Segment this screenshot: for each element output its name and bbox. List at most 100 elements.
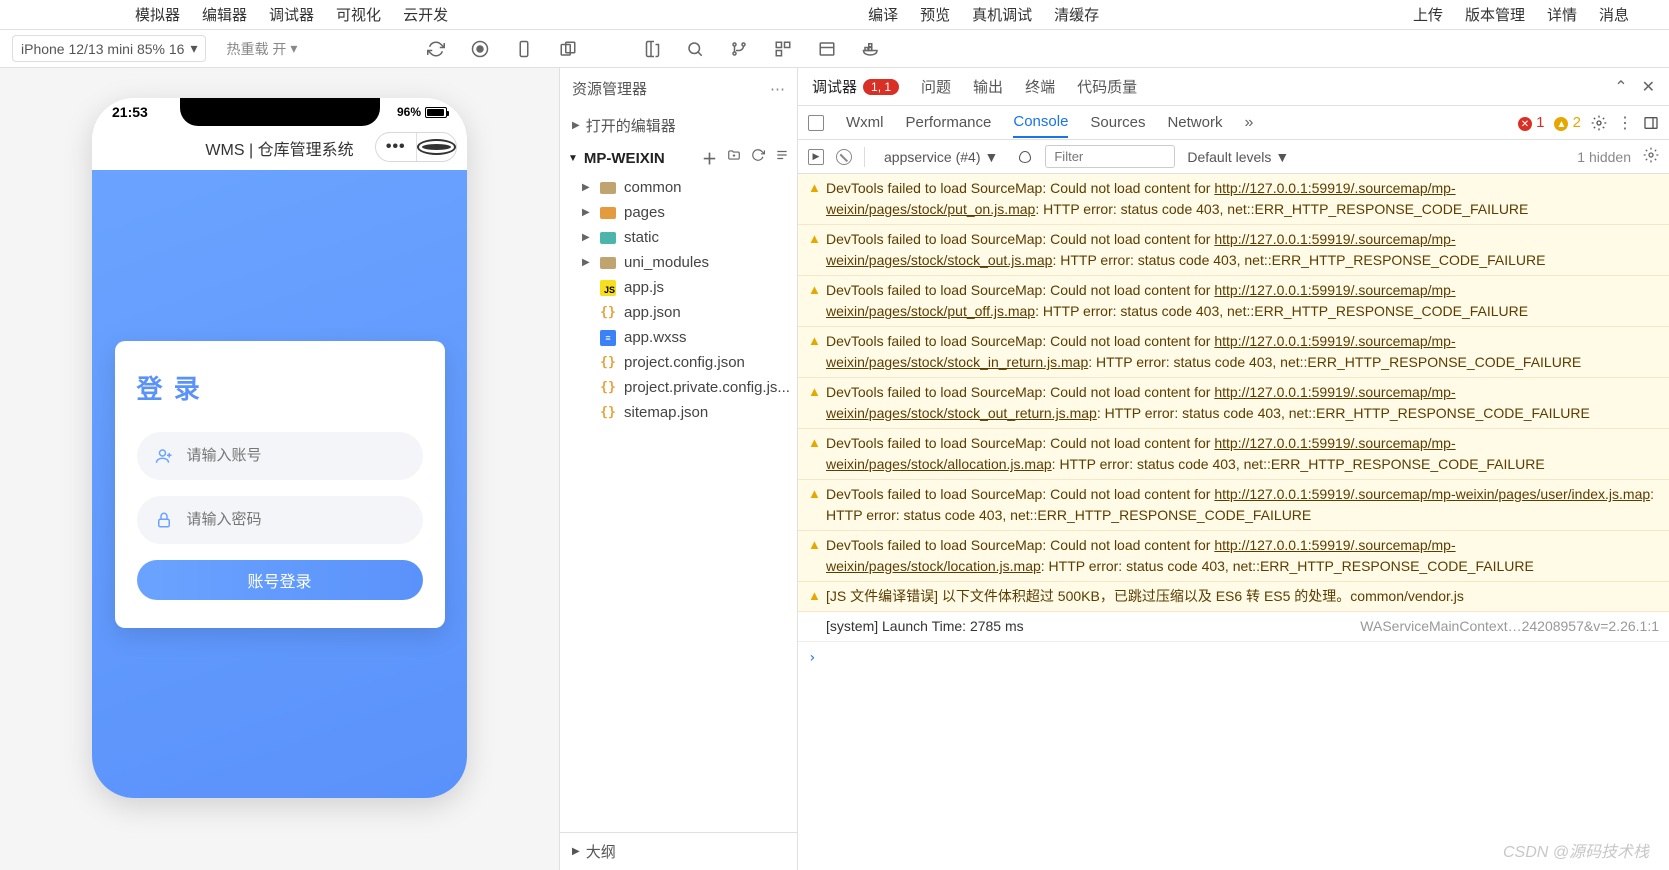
menu-right-0[interactable]: 上传 (1413, 4, 1443, 25)
capsule-menu-icon[interactable]: ••• (376, 133, 416, 161)
device-selector[interactable]: iPhone 12/13 mini 85% 16 ▾ (12, 35, 206, 62)
sourcemap-link[interactable]: http://127.0.0.1:59919/.sourcemap/mp-wei… (826, 333, 1456, 370)
menu-center-3[interactable]: 清缓存 (1054, 4, 1099, 25)
tab-problems[interactable]: 问题 (921, 76, 951, 97)
menu-left-1[interactable]: 编辑器 (202, 4, 247, 25)
record-icon[interactable] (471, 40, 489, 58)
file-common[interactable]: ▶common (578, 175, 797, 200)
element-picker-icon[interactable] (808, 115, 824, 131)
hidden-count[interactable]: 1 hidden (1577, 149, 1631, 165)
file-project.private.config.js...[interactable]: ▶{}project.private.config.js... (578, 375, 797, 400)
password-field[interactable] (137, 496, 423, 544)
tab-output[interactable]: 输出 (973, 76, 1003, 97)
clear-console-icon[interactable] (836, 149, 852, 165)
simulator-pane: 21:53 96% WMS | 仓库管理系统 ••• (0, 68, 560, 870)
subtab-wxml[interactable]: Wxml (846, 108, 884, 137)
new-folder-icon[interactable] (727, 148, 741, 162)
chevron-up-icon[interactable]: ⌃ (1614, 77, 1627, 97)
sourcemap-link[interactable]: http://127.0.0.1:59919/.sourcemap/mp-wei… (826, 435, 1456, 472)
sourcemap-link[interactable]: http://127.0.0.1:59919/.sourcemap/mp-wei… (826, 231, 1456, 268)
sidebar-toggle-icon[interactable]: ▶ (808, 149, 824, 165)
menu-center-0[interactable]: 编译 (868, 4, 898, 25)
files-icon[interactable] (642, 40, 660, 58)
folder-icon (600, 207, 616, 219)
warning-icon: ▲ (808, 484, 826, 526)
layout-icon[interactable] (818, 40, 836, 58)
warning-icon: ▲ (808, 280, 826, 322)
subtab-sources[interactable]: Sources (1090, 108, 1145, 137)
password-input[interactable] (187, 511, 405, 528)
menu-center-1[interactable]: 预览 (920, 4, 950, 25)
log-levels-selector[interactable]: Default levels ▼ (1187, 149, 1289, 165)
file-pages[interactable]: ▶pages (578, 200, 797, 225)
sourcemap-link[interactable]: http://127.0.0.1:59919/.sourcemap/mp-wei… (1214, 486, 1650, 502)
outline-section[interactable]: ▶ 大纲 (560, 833, 797, 870)
subtab-console[interactable]: Console (1013, 107, 1068, 138)
file-sitemap.json[interactable]: ▶{}sitemap.json (578, 400, 797, 425)
context-selector[interactable]: appservice (#4) ▼ (877, 146, 1005, 168)
file-app.js[interactable]: ▶JSapp.js (578, 275, 797, 300)
capsule-close-icon[interactable] (417, 133, 457, 161)
menu-right-3[interactable]: 消息 (1599, 4, 1629, 25)
file-app.json[interactable]: ▶{}app.json (578, 300, 797, 325)
open-editors-section[interactable]: ▶ 打开的编辑器 (560, 109, 797, 142)
file-label: uni_modules (624, 254, 709, 271)
docker-icon[interactable] (862, 40, 880, 58)
more-icon[interactable]: ⋯ (770, 80, 785, 98)
error-count[interactable]: ✕ 1 (1518, 114, 1545, 132)
account-field[interactable] (137, 432, 423, 480)
console-warning-row: ▲DevTools failed to load SourceMap: Coul… (798, 378, 1669, 429)
tab-debugger[interactable]: 调试器 1, 1 (812, 76, 899, 97)
console-prompt[interactable]: › (798, 642, 1669, 675)
dock-icon[interactable] (1643, 115, 1659, 131)
search-icon[interactable] (686, 40, 704, 58)
kebab-icon[interactable]: ⋮ (1617, 113, 1633, 133)
gear-icon[interactable] (1591, 115, 1607, 131)
tab-badge: 1, 1 (863, 79, 899, 95)
account-input[interactable] (187, 447, 405, 464)
warning-count[interactable]: ▲ 2 (1554, 114, 1581, 132)
menu-right-2[interactable]: 详情 (1547, 4, 1577, 25)
filter-input[interactable] (1045, 145, 1175, 168)
file-uni_modules[interactable]: ▶uni_modules (578, 250, 797, 275)
menu-left-3[interactable]: 可视化 (336, 4, 381, 25)
extensions-icon[interactable] (774, 40, 792, 58)
refresh-icon[interactable] (427, 40, 445, 58)
sourcemap-link[interactable]: http://127.0.0.1:59919/.sourcemap/mp-wei… (826, 537, 1456, 574)
login-button[interactable]: 账号登录 (137, 560, 423, 600)
log-source-link[interactable]: WAServiceMainContext…24208957&v=2.26.1:1 (1360, 616, 1659, 637)
sourcemap-link[interactable]: http://127.0.0.1:59919/.sourcemap/mp-wei… (826, 180, 1456, 217)
subtab-performance[interactable]: Performance (906, 108, 992, 137)
refresh-icon[interactable] (751, 148, 765, 162)
menu-center-2[interactable]: 真机调试 (972, 4, 1032, 25)
collapse-icon[interactable] (775, 148, 789, 162)
main-menubar: 模拟器 编辑器 调试器 可视化 云开发 编译 预览 真机调试 清缓存 上传 版本管理 详情 消息 (0, 0, 1669, 30)
menu-right-1[interactable]: 版本管理 (1465, 4, 1525, 25)
file-static[interactable]: ▶static (578, 225, 797, 250)
phone-icon[interactable] (515, 40, 533, 58)
tab-terminal[interactable]: 终端 (1025, 76, 1055, 97)
sourcemap-link[interactable]: http://127.0.0.1:59919/.sourcemap/mp-wei… (826, 282, 1456, 319)
console-warning-row: ▲DevTools failed to load SourceMap: Coul… (798, 531, 1669, 582)
project-header[interactable]: ▼ MP-WEIXIN ＋ (560, 142, 797, 175)
tab-codequality[interactable]: 代码质量 (1077, 76, 1137, 97)
menu-left-4[interactable]: 云开发 (403, 4, 448, 25)
gear-icon[interactable] (1643, 147, 1659, 166)
more-tabs-icon[interactable]: » (1244, 114, 1253, 132)
devtools-pane: 调试器 1, 1 问题 输出 终端 代码质量 ⌃ ✕ Wxml Performa… (798, 68, 1669, 870)
warning-icon: ▲ (808, 331, 826, 373)
menu-left-0[interactable]: 模拟器 (135, 4, 180, 25)
popout-icon[interactable] (559, 40, 577, 58)
menu-left-2[interactable]: 调试器 (269, 4, 314, 25)
subtab-network[interactable]: Network (1167, 108, 1222, 137)
sourcemap-link[interactable]: http://127.0.0.1:59919/.sourcemap/mp-wei… (826, 384, 1456, 421)
log-message: DevTools failed to load SourceMap: Could… (826, 280, 1659, 322)
file-app.wxss[interactable]: ▶≡app.wxss (578, 325, 797, 350)
branch-icon[interactable] (730, 40, 748, 58)
new-file-icon[interactable]: ＋ (702, 148, 717, 169)
hot-reload-toggle[interactable]: 热重载 开 ▾ (226, 39, 297, 59)
live-expression-icon[interactable] (1017, 149, 1033, 165)
console-output[interactable]: ▲DevTools failed to load SourceMap: Coul… (798, 174, 1669, 870)
file-project.config.json[interactable]: ▶{}project.config.json (578, 350, 797, 375)
close-icon[interactable]: ✕ (1642, 77, 1655, 97)
